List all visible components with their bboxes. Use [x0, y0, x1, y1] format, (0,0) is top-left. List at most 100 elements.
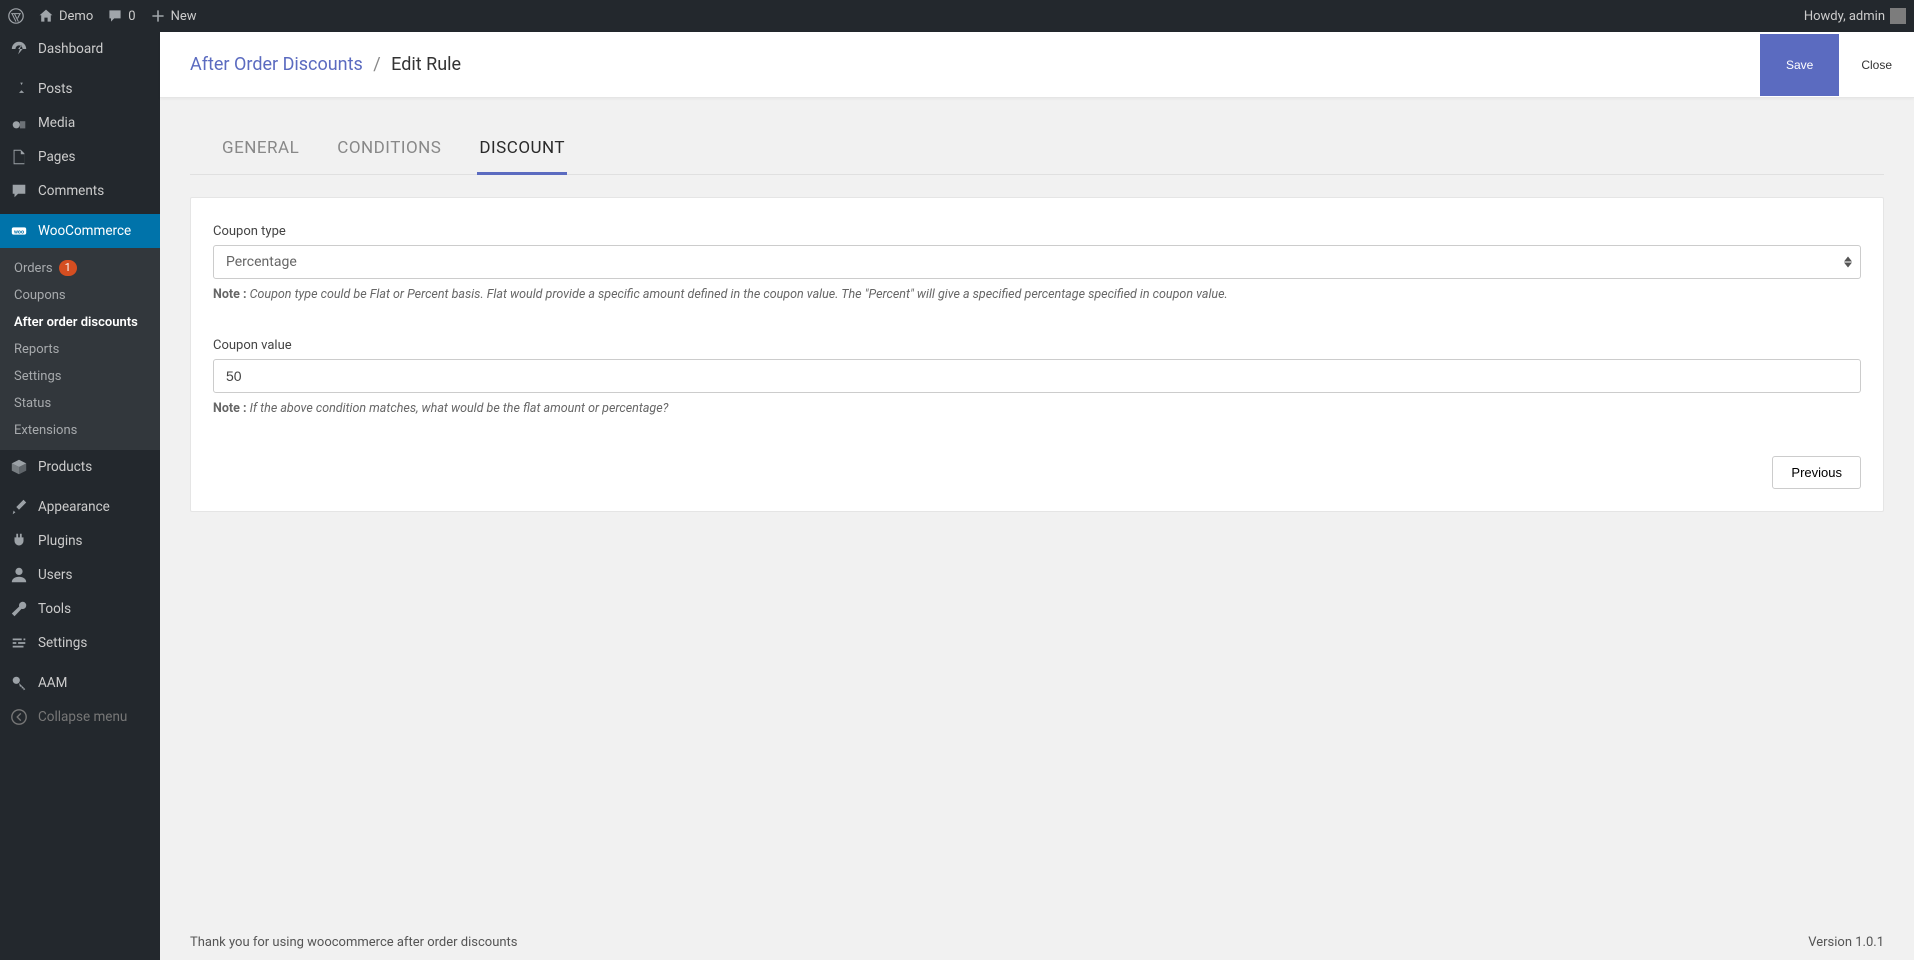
coupon-value-field: Coupon value Note : If the above conditi… [213, 338, 1861, 416]
sidebar-item-collapse[interactable]: Collapse menu [0, 700, 160, 734]
products-icon [10, 458, 28, 476]
page-icon [10, 148, 28, 166]
comment-count: 0 [128, 9, 135, 24]
sidebar-item-pages[interactable]: Pages [0, 140, 160, 174]
new-label: New [171, 9, 197, 24]
sidebar-item-comments[interactable]: Comments [0, 174, 160, 208]
submenu-status[interactable]: Status [0, 390, 160, 417]
comment-icon [107, 8, 123, 24]
select-arrows-icon [1844, 257, 1852, 268]
sidebar-item-label: Tools [38, 601, 71, 617]
submenu-coupons[interactable]: Coupons [0, 282, 160, 309]
submenu-orders[interactable]: Orders 1 [0, 254, 160, 282]
submenu-label: After order discounts [14, 315, 138, 330]
discount-panel: Coupon type Percentage Note : Coupon typ… [190, 197, 1884, 512]
wp-logo[interactable] [8, 8, 24, 24]
svg-text:woo: woo [14, 230, 24, 236]
site-link[interactable]: Demo [38, 8, 93, 24]
plug-icon [10, 532, 28, 550]
sidebar-item-media[interactable]: Media [0, 106, 160, 140]
sidebar-item-aam[interactable]: AAM [0, 666, 160, 700]
submenu-label: Extensions [14, 423, 77, 438]
sidebar-item-label: Users [38, 567, 72, 583]
save-button[interactable]: Save [1760, 34, 1839, 96]
sidebar-item-label: Appearance [38, 499, 110, 515]
sidebar-item-label: Collapse menu [38, 709, 127, 725]
coupon-value-label: Coupon value [213, 338, 1861, 353]
comments-link[interactable]: 0 [107, 8, 135, 24]
comment-icon [10, 182, 28, 200]
greeting: Howdy, admin [1804, 9, 1885, 24]
brush-icon [10, 498, 28, 516]
tab-discount[interactable]: DISCOUNT [477, 130, 567, 175]
close-button[interactable]: Close [1839, 34, 1914, 96]
user-icon [10, 566, 28, 584]
submenu-reports[interactable]: Reports [0, 336, 160, 363]
collapse-icon [10, 708, 28, 726]
sidebar-item-label: Comments [38, 183, 104, 199]
footer-thanks: Thank you for using woocommerce after or… [190, 935, 518, 950]
account-link[interactable]: Howdy, admin [1804, 8, 1906, 24]
avatar [1890, 8, 1906, 24]
breadcrumb-parent[interactable]: After Order Discounts [190, 54, 363, 75]
coupon-value-input[interactable] [213, 359, 1861, 393]
submenu-label: Reports [14, 342, 59, 357]
submenu-settings[interactable]: Settings [0, 363, 160, 390]
sidebar-item-label: AAM [38, 675, 67, 691]
wordpress-icon [8, 8, 24, 24]
previous-button[interactable]: Previous [1772, 456, 1861, 489]
new-link[interactable]: New [150, 8, 197, 24]
sidebar-item-dashboard[interactable]: Dashboard [0, 32, 160, 66]
admin-sidebar: Dashboard Posts Media Pages Comments woo… [0, 32, 160, 960]
note-label: Note : [213, 401, 250, 416]
sidebar-item-label: WooCommerce [38, 223, 131, 239]
sidebar-item-label: Dashboard [38, 41, 103, 57]
submenu-label: Status [14, 396, 51, 411]
sidebar-item-label: Media [38, 115, 75, 131]
submenu-extensions[interactable]: Extensions [0, 417, 160, 444]
submenu-label: Orders [14, 261, 53, 276]
main-content: After Order Discounts / Edit Rule Save C… [160, 32, 1914, 960]
coupon-type-value: Percentage [226, 254, 297, 270]
sidebar-item-users[interactable]: Users [0, 558, 160, 592]
pin-icon [10, 80, 28, 98]
sliders-icon [10, 634, 28, 652]
breadcrumb: After Order Discounts / Edit Rule [190, 54, 461, 75]
dashboard-icon [10, 40, 28, 58]
sidebar-item-appearance[interactable]: Appearance [0, 490, 160, 524]
woo-icon: woo [10, 222, 28, 240]
sidebar-item-settings[interactable]: Settings [0, 626, 160, 660]
sidebar-item-products[interactable]: Products [0, 450, 160, 484]
coupon-type-field: Coupon type Percentage Note : Coupon typ… [213, 224, 1861, 302]
submenu-label: Coupons [14, 288, 66, 303]
coupon-type-note: Note : Coupon type could be Flat or Perc… [213, 287, 1861, 302]
tabs: GENERAL CONDITIONS DISCOUNT [190, 116, 1884, 175]
submenu-after-order-discounts[interactable]: After order discounts [0, 309, 160, 336]
home-icon [38, 8, 54, 24]
coupon-type-label: Coupon type [213, 224, 1861, 239]
sidebar-item-tools[interactable]: Tools [0, 592, 160, 626]
orders-badge: 1 [59, 260, 77, 276]
sidebar-item-label: Posts [38, 81, 72, 97]
tab-general[interactable]: GENERAL [220, 130, 301, 174]
note-text: Coupon type could be Flat or Percent bas… [250, 287, 1228, 302]
plus-icon [150, 8, 166, 24]
coupon-type-select[interactable]: Percentage [213, 245, 1861, 279]
tab-conditions[interactable]: CONDITIONS [335, 130, 443, 174]
wrench-icon [10, 600, 28, 618]
sidebar-item-woocommerce[interactable]: woo WooCommerce [0, 214, 160, 248]
sidebar-item-posts[interactable]: Posts [0, 72, 160, 106]
woo-submenu: Orders 1 Coupons After order discounts R… [0, 248, 160, 450]
note-text: If the above condition matches, what wou… [250, 401, 669, 416]
page-header: After Order Discounts / Edit Rule Save C… [160, 32, 1914, 98]
site-name: Demo [59, 9, 93, 24]
page-footer: Thank you for using woocommerce after or… [190, 915, 1884, 960]
sidebar-item-label: Pages [38, 149, 76, 165]
footer-version: Version 1.0.1 [1808, 935, 1884, 950]
note-label: Note : [213, 287, 250, 302]
sidebar-item-plugins[interactable]: Plugins [0, 524, 160, 558]
media-icon [10, 114, 28, 132]
key-icon [10, 674, 28, 692]
admin-bar: Demo 0 New Howdy, admin [0, 0, 1914, 32]
coupon-value-note: Note : If the above condition matches, w… [213, 401, 1861, 416]
